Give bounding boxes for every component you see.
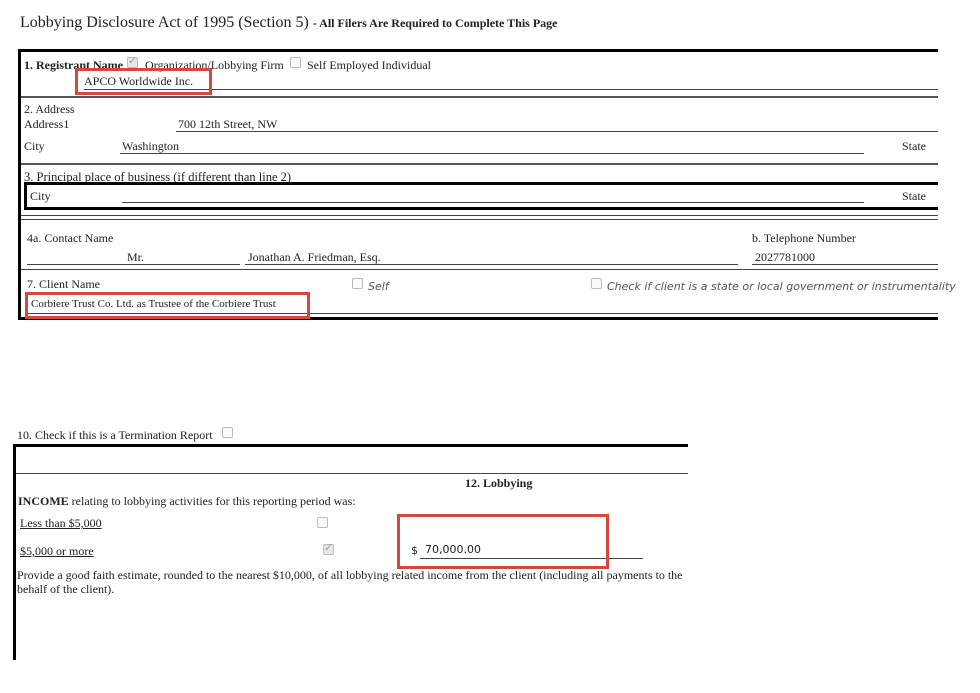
lobby-header-line <box>16 473 688 474</box>
estimate-note-line2: behalf of the client). <box>17 582 115 596</box>
title-text: Lobbying Disclosure Act of 1995 (Section… <box>20 14 309 31</box>
address1-underline <box>176 131 938 132</box>
less-than-checkbox[interactable] <box>317 517 328 528</box>
section-divider-4 <box>21 269 938 270</box>
termination-label: 10. Check if this is a Termination Repor… <box>17 428 213 442</box>
principal-state-label: State <box>902 189 926 203</box>
lobbying-heading: 12. Lobbying <box>465 476 533 490</box>
less-than-label: Less than $5,000 <box>20 516 102 530</box>
highlight-registrant <box>75 68 212 95</box>
contact-name-field[interactable]: Jonathan A. Friedman, Esq. <box>248 250 381 265</box>
section-divider-1 <box>21 96 938 98</box>
contact-prefix-underline <box>27 264 240 265</box>
page-title: Lobbying Disclosure Act of 1995 (Section… <box>20 14 558 32</box>
city-label: City <box>24 139 45 153</box>
client-self-checkbox[interactable] <box>352 278 363 289</box>
highlight-client <box>25 292 310 319</box>
self-employed-label: Self Employed Individual <box>307 58 431 72</box>
city-underline <box>120 153 864 154</box>
section-divider-3 <box>21 215 938 216</box>
principal-box-top <box>24 182 938 185</box>
contact-name-underline <box>245 264 738 265</box>
address1-label: Address1 <box>24 117 70 131</box>
address-label: 2. Address <box>24 102 75 116</box>
highlight-amount <box>397 514 609 569</box>
principal-city-underline <box>122 202 864 203</box>
principal-box-left <box>24 182 27 209</box>
termination-checkbox[interactable] <box>222 427 233 438</box>
title-subtitle: - All Filers Are Required to Complete Th… <box>312 16 558 30</box>
phone-label: b. Telephone Number <box>752 231 856 245</box>
phone-field[interactable]: 2027781000 <box>755 250 815 265</box>
estimate-note-line1: Provide a good faith estimate, rounded t… <box>17 568 683 582</box>
more-than-label: $5,000 or more <box>20 544 94 558</box>
address1-field[interactable]: 700 12th Street, NW <box>178 117 277 132</box>
city-field[interactable]: Washington <box>122 139 179 154</box>
phone-underline <box>752 264 938 265</box>
org-checkbox[interactable] <box>127 54 138 68</box>
contact-label: 4a. Contact Name <box>27 231 114 245</box>
self-employed-checkbox[interactable] <box>290 57 301 68</box>
client-self-label: Self <box>368 280 389 293</box>
lobby-left-border <box>13 444 16 660</box>
state-label: State <box>902 139 926 153</box>
lobby-top-border <box>13 444 688 447</box>
client-state-checkbox[interactable] <box>591 278 602 289</box>
more-than-checkbox[interactable] <box>323 541 334 555</box>
income-bold: INCOME <box>18 494 69 508</box>
form-top-border <box>18 49 938 52</box>
client-state-label: Check if client is a state or local gove… <box>607 280 956 293</box>
client-label: 7. Client Name <box>27 277 100 291</box>
registrant-name-underline <box>84 89 938 90</box>
principal-box-bottom <box>24 207 938 210</box>
section-divider-3b <box>21 219 938 220</box>
income-statement: INCOME relating to lobbying activities f… <box>18 494 356 509</box>
contact-prefix-field[interactable]: Mr. <box>127 250 144 265</box>
income-rest: relating to lobbying activities for this… <box>71 494 356 508</box>
section-divider-2 <box>21 163 938 165</box>
principal-city-label: City <box>30 189 51 203</box>
form-left-border <box>18 49 21 319</box>
